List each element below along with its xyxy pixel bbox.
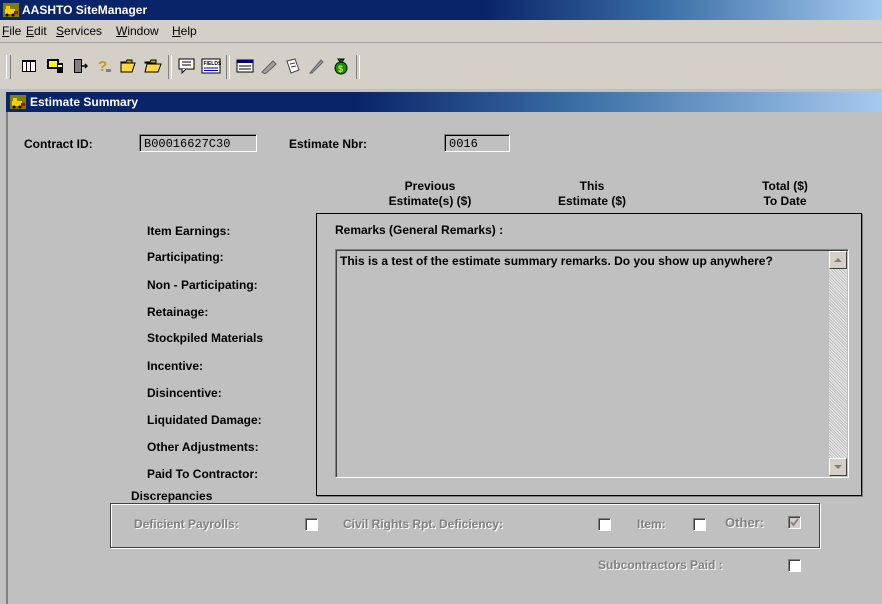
- toolbar-separator: [356, 55, 360, 79]
- toolbar-grip: [6, 55, 11, 79]
- toolbar: ? FIELDS $: [0, 43, 882, 89]
- window-logo-icon: [10, 95, 26, 109]
- remarks-popup: Remarks (General Remarks) : This is a te…: [316, 213, 862, 496]
- money-bag-icon[interactable]: $: [330, 55, 352, 77]
- arrow-up-icon: [834, 257, 842, 262]
- svg-text:FIELDS: FIELDS: [204, 61, 222, 67]
- civil-rights-label: Civil Rights Rpt. Deficiency:: [343, 517, 504, 531]
- remarks-text: This is a test of the estimate summary r…: [340, 254, 773, 268]
- row-label-retainage: Retainage:: [147, 305, 209, 319]
- menu-services[interactable]: Services: [56, 24, 102, 38]
- column-header-previous: Previous: [404, 179, 456, 193]
- row-label-incentive: Incentive:: [147, 359, 204, 373]
- estimate-nbr-field[interactable]: 0016: [444, 134, 510, 152]
- svg-text:?: ?: [98, 58, 107, 74]
- row-label-participating: Participating:: [147, 250, 224, 264]
- monitor-icon[interactable]: [44, 55, 66, 77]
- open-folder-icon[interactable]: [118, 55, 140, 77]
- row-label-non-participating: Non - Participating:: [147, 278, 258, 292]
- row-label-stockpiled-materials: Stockpiled Materials: [147, 331, 264, 345]
- column-header-total: Total ($): [762, 179, 808, 193]
- menu-file[interactable]: File: [2, 24, 21, 38]
- window-title-bar: Estimate Summary: [6, 92, 882, 112]
- item-label: Item:: [637, 517, 666, 531]
- contract-id-label: Contract ID:: [24, 137, 93, 151]
- fields-icon[interactable]: FIELDS: [200, 55, 222, 77]
- scroll-down-button[interactable]: [829, 458, 847, 476]
- speech-bubble-icon[interactable]: [176, 55, 198, 77]
- menu-help[interactable]: Help: [172, 24, 197, 38]
- contract-id-field[interactable]: B00016627C30: [139, 134, 257, 152]
- deficient-payrolls-label: Deficient Payrolls:: [134, 517, 239, 531]
- scroll-up-button[interactable]: [829, 251, 847, 269]
- checkmark-icon: [790, 518, 799, 527]
- sitemanager-logo-icon: [3, 3, 19, 17]
- estimate-nbr-label: Estimate Nbr:: [289, 137, 368, 151]
- discrepancies-title: Discrepancies: [128, 489, 216, 503]
- other-label: Other:: [725, 515, 764, 530]
- app-title: AASHTO SiteManager: [22, 3, 148, 17]
- row-label-liquidated-damage: Liquidated Damage:: [147, 413, 262, 427]
- toolbar-separator: [168, 55, 172, 79]
- toolbar-separator: [226, 55, 230, 79]
- menu-bar: File Edit Services Window Help: [0, 20, 882, 43]
- tools-icon[interactable]: [258, 55, 280, 77]
- deficient-payrolls-checkbox[interactable]: [305, 518, 318, 531]
- remarks-textarea[interactable]: This is a test of the estimate summary r…: [335, 249, 849, 478]
- subcontractors-paid-label: Subcontractors Paid :: [598, 558, 723, 572]
- arrow-down-icon: [834, 464, 842, 469]
- subcontractors-paid-checkbox[interactable]: [788, 559, 801, 572]
- column-header-previous-sub: Estimate(s) ($): [388, 194, 472, 208]
- help-question-icon[interactable]: ?: [93, 55, 115, 77]
- open-folder-2-icon[interactable]: [142, 55, 164, 77]
- remarks-scrollbar[interactable]: [829, 251, 847, 476]
- row-label-disincentive: Disincentive:: [147, 386, 222, 400]
- row-label-other-adjustments: Other Adjustments:: [147, 440, 259, 454]
- column-header-this: This: [579, 179, 605, 193]
- table-window-icon[interactable]: [234, 55, 256, 77]
- document-icon[interactable]: [282, 55, 304, 77]
- row-label-item-earnings: Item Earnings:: [147, 224, 231, 238]
- column-header-this-sub: Estimate ($): [557, 194, 627, 208]
- other-checkbox[interactable]: [788, 516, 801, 529]
- row-label-paid-to-contractor: Paid To Contractor:: [147, 467, 259, 481]
- menu-window[interactable]: Window: [116, 24, 159, 38]
- window-title: Estimate Summary: [30, 95, 139, 109]
- pen-icon[interactable]: [306, 55, 328, 77]
- item-checkbox[interactable]: [693, 518, 706, 531]
- exit-door-icon[interactable]: [69, 55, 91, 77]
- civil-rights-checkbox[interactable]: [598, 518, 611, 531]
- remarks-title: Remarks (General Remarks) :: [335, 223, 504, 237]
- app-title-bar: AASHTO SiteManager: [0, 0, 882, 20]
- calculator-icon[interactable]: [18, 55, 40, 77]
- svg-text:$: $: [338, 64, 343, 74]
- menu-edit[interactable]: Edit: [26, 24, 47, 38]
- column-header-total-sub: To Date: [763, 194, 807, 208]
